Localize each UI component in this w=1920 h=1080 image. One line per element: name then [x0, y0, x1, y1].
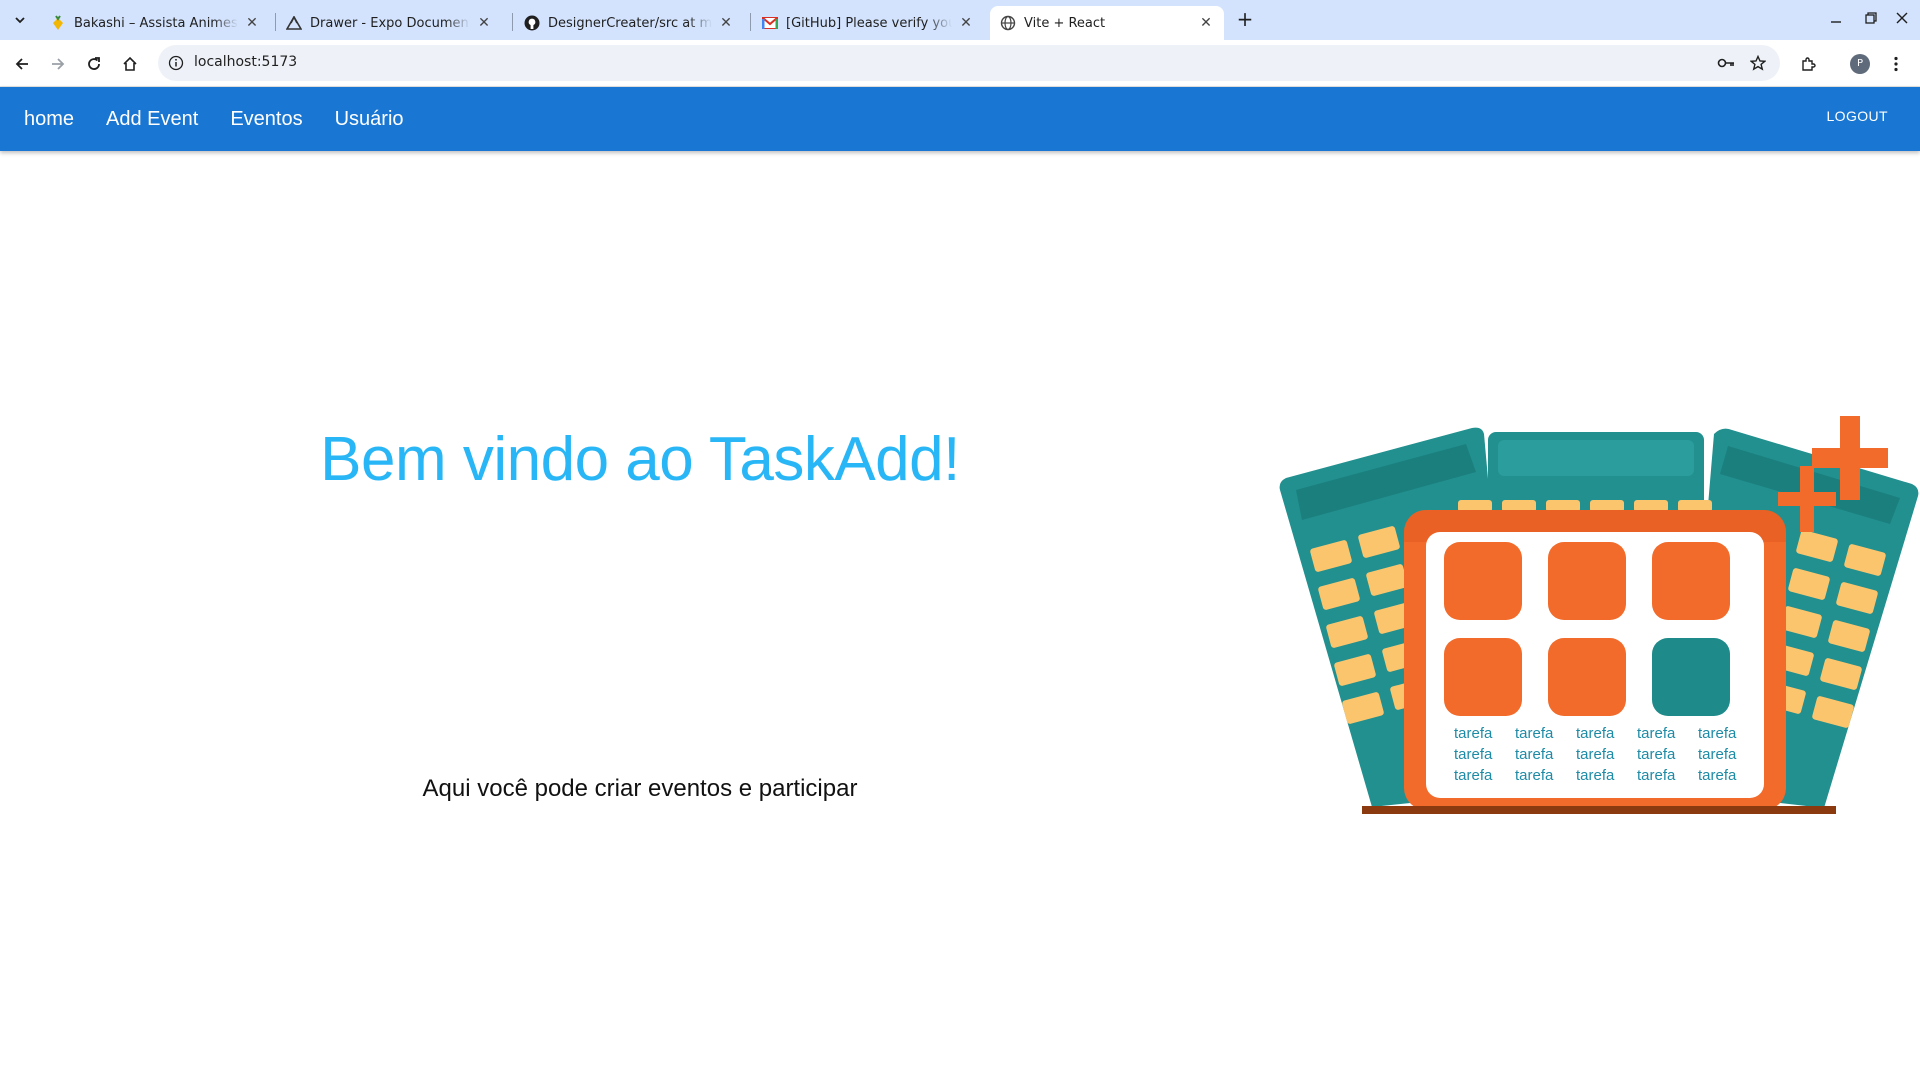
- browser-tab[interactable]: Bakashi – Assista Animes Grátis ✕: [40, 6, 270, 40]
- main-nav: home Add Event Eventos Usuário: [24, 87, 404, 151]
- close-window-icon[interactable]: [1890, 8, 1914, 32]
- svg-text:tarefa: tarefa: [1698, 767, 1737, 784]
- expo-favicon-icon: [286, 15, 302, 31]
- nav-link-add-event[interactable]: Add Event: [106, 108, 198, 131]
- bookmark-star-icon[interactable]: [1748, 53, 1768, 73]
- svg-text:tarefa: tarefa: [1515, 725, 1554, 742]
- restore-icon[interactable]: [1859, 8, 1883, 32]
- browser-tab[interactable]: DesignerCreater/src at master ✕: [514, 6, 744, 40]
- calendar-tasks-illustration: tarefa tarefa tarefa tarefa tarefa taref…: [1279, 416, 1919, 814]
- app-navbar: home Add Event Eventos Usuário LOGOUT: [0, 87, 1920, 151]
- illustration-base: [1362, 806, 1836, 814]
- svg-text:tarefa: tarefa: [1515, 746, 1554, 763]
- tab-close-icon[interactable]: ✕: [718, 15, 734, 31]
- nav-link-eventos[interactable]: Eventos: [230, 108, 302, 131]
- extensions-puzzle-icon[interactable]: [1794, 50, 1822, 78]
- browser-tab-strip: Bakashi – Assista Animes Grátis ✕ Drawer…: [0, 0, 1920, 40]
- browser-menu-icon[interactable]: [1882, 50, 1910, 78]
- svg-text:tarefa: tarefa: [1637, 746, 1676, 763]
- svg-text:tarefa: tarefa: [1454, 767, 1493, 784]
- new-tab-button[interactable]: +: [1233, 8, 1257, 32]
- bakashi-favicon-icon: [50, 15, 66, 31]
- tab-search-chevron-icon[interactable]: [8, 8, 32, 32]
- tab-separator: [750, 13, 751, 31]
- svg-text:tarefa: tarefa: [1637, 767, 1676, 784]
- svg-text:tarefa: tarefa: [1576, 767, 1615, 784]
- nav-link-home[interactable]: home: [24, 108, 74, 131]
- password-key-icon[interactable]: [1716, 53, 1736, 73]
- nav-link-usuario[interactable]: Usuário: [335, 108, 404, 131]
- address-url[interactable]: localhost:5173: [194, 54, 297, 70]
- github-favicon-icon: [524, 15, 540, 31]
- back-arrow-icon[interactable]: [8, 50, 36, 78]
- tab-close-icon[interactable]: ✕: [476, 15, 492, 31]
- hero-title: Bem vindo ao TaskAdd!: [320, 425, 960, 494]
- tab-title: Drawer - Expo Documentation: [310, 15, 470, 31]
- svg-text:tarefa: tarefa: [1454, 725, 1493, 742]
- hero-subtitle: Aqui você pode criar eventos e participa…: [422, 775, 858, 802]
- tab-close-icon[interactable]: ✕: [1198, 15, 1214, 31]
- svg-text:tarefa: tarefa: [1637, 725, 1676, 742]
- logout-button[interactable]: LOGOUT: [1826, 108, 1888, 124]
- profile-initial: P: [1850, 54, 1870, 74]
- svg-text:tarefa: tarefa: [1576, 725, 1615, 742]
- svg-text:tarefa: tarefa: [1698, 746, 1737, 763]
- browser-toolbar: localhost:5173 P: [0, 40, 1920, 87]
- svg-text:tarefa: tarefa: [1698, 725, 1737, 742]
- globe-favicon-icon: [1000, 15, 1016, 31]
- browser-tab[interactable]: [GitHub] Please verify your device ✕: [752, 6, 984, 40]
- svg-text:tarefa: tarefa: [1454, 746, 1493, 763]
- tab-close-icon[interactable]: ✕: [244, 15, 260, 31]
- gmail-favicon-icon: [762, 15, 778, 31]
- tab-title: [GitHub] Please verify your device: [786, 15, 952, 31]
- browser-tab[interactable]: Drawer - Expo Documentation ✕: [276, 6, 502, 40]
- tab-title: Vite + React: [1024, 15, 1106, 31]
- tab-close-icon[interactable]: ✕: [958, 15, 974, 31]
- profile-avatar[interactable]: P: [1846, 50, 1874, 78]
- browser-tab-active[interactable]: Vite + React ✕: [990, 6, 1224, 40]
- svg-text:tarefa: tarefa: [1515, 767, 1554, 784]
- home-icon[interactable]: [116, 50, 144, 78]
- tab-separator: [512, 13, 513, 31]
- forward-arrow-icon[interactable]: [44, 50, 72, 78]
- svg-text:tarefa: tarefa: [1576, 746, 1615, 763]
- reload-icon[interactable]: [80, 50, 108, 78]
- tab-title: Bakashi – Assista Animes Grátis: [74, 15, 238, 31]
- tab-title: DesignerCreater/src at master: [548, 15, 712, 31]
- front-calendar: [1404, 510, 1786, 810]
- address-bar[interactable]: localhost:5173: [158, 45, 1780, 81]
- site-info-icon[interactable]: [166, 53, 186, 73]
- minimize-icon[interactable]: [1824, 8, 1848, 32]
